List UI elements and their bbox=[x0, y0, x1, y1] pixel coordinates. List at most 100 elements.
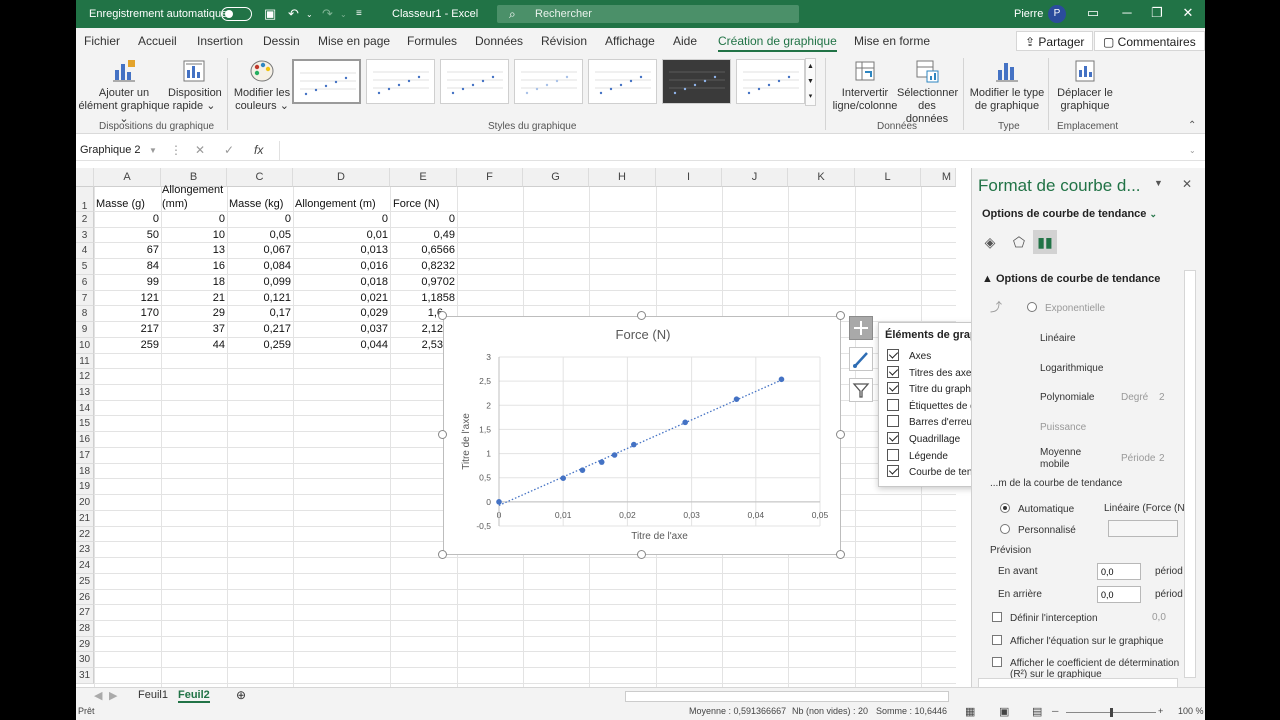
row-header[interactable]: 16 bbox=[76, 432, 94, 448]
page-layout-view-icon[interactable]: ▣ bbox=[999, 705, 1009, 718]
chart-element-option[interactable]: Quadrillage bbox=[887, 432, 960, 448]
degree-value[interactable]: 2 bbox=[1159, 392, 1165, 403]
gallery-more-icon[interactable]: ▾ bbox=[809, 93, 813, 100]
chart-element-option[interactable]: Barres d'erreur bbox=[887, 415, 975, 431]
row-header[interactable]: 9 bbox=[76, 322, 94, 338]
change-chart-type-button[interactable]: Modifier le type de graphique bbox=[969, 58, 1045, 113]
data-cell[interactable]: 0,49 bbox=[434, 228, 455, 243]
cell-C1[interactable]: Masse (kg) bbox=[229, 197, 283, 212]
column-header[interactable]: E bbox=[390, 168, 457, 187]
row-header[interactable]: 15 bbox=[76, 416, 94, 433]
row-header[interactable]: 6 bbox=[76, 274, 94, 291]
tab-creation-graphique[interactable]: Création de graphique bbox=[718, 34, 837, 52]
data-cell[interactable]: 0,016 bbox=[360, 259, 388, 274]
data-cell[interactable]: 0 bbox=[153, 212, 159, 227]
chart-elements-button[interactable] bbox=[849, 316, 873, 340]
data-cell[interactable]: 84 bbox=[147, 259, 159, 274]
zoom-out-icon[interactable]: ─ bbox=[1052, 706, 1058, 716]
data-cell[interactable]: 0,013 bbox=[360, 243, 388, 258]
row-header[interactable]: 27 bbox=[76, 605, 94, 621]
data-cell[interactable]: 44 bbox=[213, 338, 225, 353]
gallery-up-icon[interactable]: ▲ bbox=[807, 63, 814, 70]
collapse-ribbon-icon[interactable]: ⌃ bbox=[1188, 120, 1196, 131]
row-header[interactable]: 28 bbox=[76, 620, 94, 637]
tab-insertion[interactable]: Insertion bbox=[197, 34, 243, 48]
minimize-icon[interactable]: ─ bbox=[1117, 5, 1137, 20]
tab-fichier[interactable]: Fichier bbox=[84, 34, 120, 48]
row-header[interactable]: 23 bbox=[76, 542, 94, 559]
data-cell[interactable]: 0,9702 bbox=[421, 275, 455, 290]
resize-handle-se[interactable] bbox=[836, 550, 845, 559]
row-header[interactable]: 21 bbox=[76, 510, 94, 527]
cell-B1-line2[interactable]: (mm) bbox=[162, 197, 188, 212]
effects-icon[interactable]: ⬠ bbox=[1007, 230, 1031, 254]
data-cell[interactable]: 0,6566 bbox=[421, 243, 455, 258]
undo-dropdown-icon[interactable]: ⌄ bbox=[306, 10, 313, 19]
checkbox[interactable] bbox=[887, 415, 899, 428]
zoom-level[interactable]: 100 % bbox=[1178, 706, 1204, 716]
row-header[interactable]: 18 bbox=[76, 463, 94, 480]
pane-close-icon[interactable]: ✕ bbox=[1182, 177, 1192, 191]
data-cell[interactable]: 37 bbox=[213, 322, 225, 337]
data-cell[interactable]: 217 bbox=[141, 322, 159, 337]
select-data-button[interactable]: Sélectionner des données bbox=[897, 58, 958, 126]
tab-dessin[interactable]: Dessin bbox=[263, 34, 300, 48]
tab-mise-en-page[interactable]: Mise en page bbox=[318, 34, 390, 48]
comments-button[interactable]: ▢ Commentaires bbox=[1094, 31, 1205, 51]
data-cell[interactable]: 0,018 bbox=[360, 275, 388, 290]
data-cell[interactable]: 16 bbox=[213, 259, 225, 274]
close-icon[interactable]: ✕ bbox=[1178, 5, 1198, 21]
row-header[interactable]: 26 bbox=[76, 589, 94, 606]
avatar[interactable]: P bbox=[1048, 5, 1066, 23]
backward-input[interactable] bbox=[1097, 586, 1141, 603]
data-cell[interactable]: 0,067 bbox=[263, 243, 291, 258]
tab-formules[interactable]: Formules bbox=[407, 34, 457, 48]
column-header[interactable]: H bbox=[589, 168, 656, 187]
tab-affichage[interactable]: Affichage bbox=[605, 34, 655, 48]
tab-accueil[interactable]: Accueil bbox=[138, 34, 177, 48]
chart-style-3[interactable] bbox=[440, 59, 509, 104]
resize-handle-nw[interactable] bbox=[438, 311, 447, 320]
cell-E1[interactable]: Force (N) bbox=[393, 197, 439, 212]
data-cell[interactable]: 0,099 bbox=[263, 275, 291, 290]
forward-input[interactable] bbox=[1097, 563, 1141, 580]
data-cell[interactable]: 2,53 bbox=[422, 338, 443, 353]
data-cell[interactable]: 2,12 bbox=[422, 322, 443, 337]
radio-auto[interactable]: Automatique bbox=[1000, 503, 1074, 515]
period-value[interactable]: 2 bbox=[1159, 453, 1165, 464]
checkbox[interactable] bbox=[887, 382, 899, 395]
sheet-horizontal-scrollbar[interactable] bbox=[625, 691, 949, 702]
data-cell[interactable]: 259 bbox=[141, 338, 159, 353]
zoom-slider-thumb[interactable] bbox=[1110, 708, 1113, 717]
row-header[interactable]: 24 bbox=[76, 558, 94, 574]
chart-styles-gallery[interactable] bbox=[292, 59, 812, 107]
intercept-checkbox[interactable]: Définir l'interception bbox=[992, 612, 1098, 624]
label-poly[interactable]: Polynomiale bbox=[1040, 392, 1094, 403]
tab-donnees[interactable]: Données bbox=[475, 34, 523, 48]
data-cell[interactable]: 0,037 bbox=[360, 322, 388, 337]
resize-handle-n[interactable] bbox=[637, 311, 646, 320]
data-cell[interactable]: 121 bbox=[141, 291, 159, 306]
data-cell[interactable]: 0 bbox=[285, 212, 291, 227]
gallery-down-icon[interactable]: ▼ bbox=[807, 78, 814, 85]
label-linear[interactable]: Linéaire bbox=[1040, 333, 1076, 344]
gallery-scroll[interactable]: ▲ ▼ ▾ bbox=[805, 58, 816, 106]
data-cell[interactable]: 0,029 bbox=[360, 306, 388, 321]
column-header[interactable]: I bbox=[656, 168, 722, 187]
resize-handle-e[interactable] bbox=[836, 430, 845, 439]
restore-icon[interactable]: ❐ bbox=[1147, 5, 1167, 21]
undo-icon[interactable]: ↶ bbox=[288, 6, 299, 22]
data-cell[interactable]: 10 bbox=[213, 228, 225, 243]
data-cell[interactable]: 29 bbox=[213, 306, 225, 321]
expand-formula-icon[interactable]: ⌄ bbox=[1189, 146, 1196, 155]
row-header[interactable]: 31 bbox=[76, 668, 94, 684]
data-cell[interactable]: 170 bbox=[141, 306, 159, 321]
checkbox[interactable] bbox=[887, 365, 899, 378]
normal-view-icon[interactable]: ▦ bbox=[965, 705, 975, 718]
tab-mise-en-forme[interactable]: Mise en forme bbox=[854, 34, 930, 48]
cell-B1-line1[interactable]: Allongement bbox=[162, 183, 223, 198]
data-cell[interactable]: 0,17 bbox=[270, 306, 291, 321]
sheet-tab-feuil2[interactable]: Feuil2 bbox=[178, 689, 210, 703]
data-cell[interactable]: 13 bbox=[213, 243, 225, 258]
label-power[interactable]: Puissance bbox=[1040, 422, 1086, 433]
